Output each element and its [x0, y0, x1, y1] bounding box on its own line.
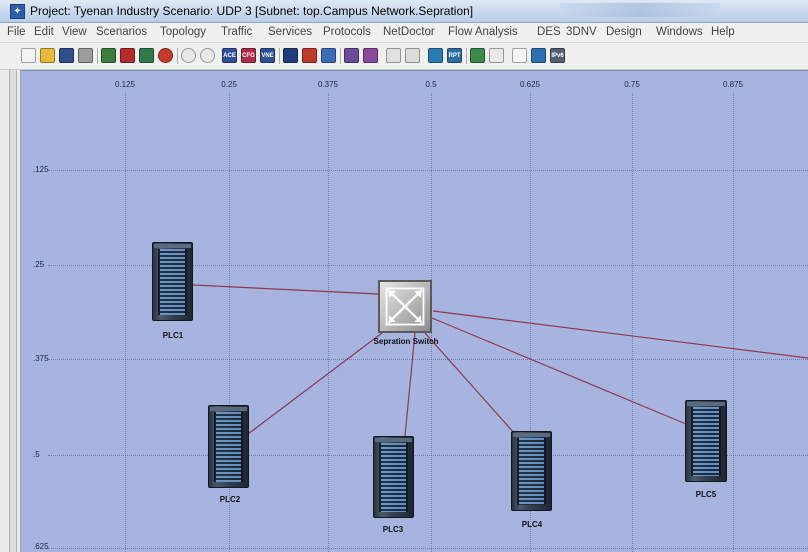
switch-icon — [378, 280, 432, 333]
plc3-label: PLC3 — [382, 525, 404, 534]
link-switch-plc2[interactable] — [247, 329, 387, 435]
server-icon — [208, 405, 249, 488]
plc1-label: PLC1 — [162, 331, 184, 340]
link-switch-plc5[interactable] — [431, 317, 687, 425]
link-switch-offscreen[interactable] — [432, 310, 808, 359]
link-switch-plc3[interactable] — [404, 332, 416, 437]
plc5-node[interactable] — [685, 400, 727, 482]
plc2-node[interactable] — [208, 405, 249, 488]
plc3-node[interactable] — [373, 436, 414, 518]
server-icon — [685, 400, 727, 482]
server-icon — [152, 242, 193, 321]
plc5-label: PLC5 — [695, 490, 717, 499]
sepration-switch-node[interactable] — [378, 280, 432, 333]
server-icon — [511, 431, 552, 511]
link-switch-plc4[interactable] — [424, 332, 516, 435]
plc4-node[interactable] — [511, 431, 552, 511]
plc2-label: PLC2 — [219, 495, 241, 504]
link-plc1-switch[interactable] — [192, 284, 379, 295]
plc4-label: PLC4 — [521, 520, 543, 529]
server-icon — [373, 436, 414, 518]
plc1-node[interactable] — [152, 242, 193, 321]
sepration-switch-label: Sepration Switch — [373, 337, 439, 346]
